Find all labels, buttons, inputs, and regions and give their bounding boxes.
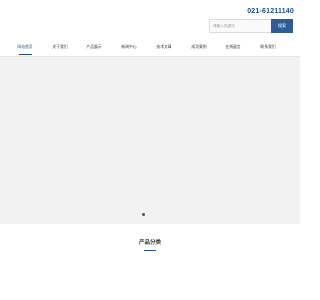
search-input[interactable] bbox=[209, 19, 271, 33]
nav-active-underline bbox=[18, 54, 32, 55]
phone-number: 021-61211140 bbox=[247, 8, 294, 15]
nav-item-label: 成功案例 bbox=[191, 44, 207, 49]
nav-item-products[interactable]: 产品展示 bbox=[86, 41, 101, 55]
section-title: 产品分类 bbox=[138, 240, 161, 246]
nav-item-articles[interactable]: 技术文章 bbox=[156, 41, 171, 55]
site-header: 021-61211140 搜索 bbox=[0, 0, 300, 38]
nav-item-home[interactable]: 网站首页 bbox=[17, 41, 33, 55]
nav-item-label: 产品展示 bbox=[86, 44, 102, 49]
slider-dot[interactable] bbox=[142, 213, 145, 216]
nav-item-label: 在线留言 bbox=[225, 44, 241, 49]
search-bar: 搜索 bbox=[209, 19, 293, 33]
section-title-underline bbox=[144, 250, 156, 251]
search-button[interactable]: 搜索 bbox=[271, 19, 293, 33]
nav-item-about[interactable]: 关于我们 bbox=[52, 41, 67, 55]
nav-item-news[interactable]: 新闻中心 bbox=[121, 41, 136, 55]
banner-slider bbox=[0, 57, 300, 224]
nav-item-message[interactable]: 在线留言 bbox=[225, 41, 240, 55]
nav-item-label: 联系我们 bbox=[260, 44, 276, 49]
nav-item-cases[interactable]: 成功案例 bbox=[191, 41, 206, 55]
main-nav: 网站首页 关于我们 产品展示 新闻中心 技术文章 成功案例 在线留言 联系我们 bbox=[0, 41, 300, 57]
nav-item-contact[interactable]: 联系我们 bbox=[260, 41, 275, 55]
nav-item-label: 网站首页 bbox=[17, 44, 33, 49]
nav-item-label: 技术文章 bbox=[156, 44, 172, 49]
nav-item-label: 新闻中心 bbox=[121, 44, 137, 49]
nav-item-label: 关于我们 bbox=[52, 44, 68, 49]
